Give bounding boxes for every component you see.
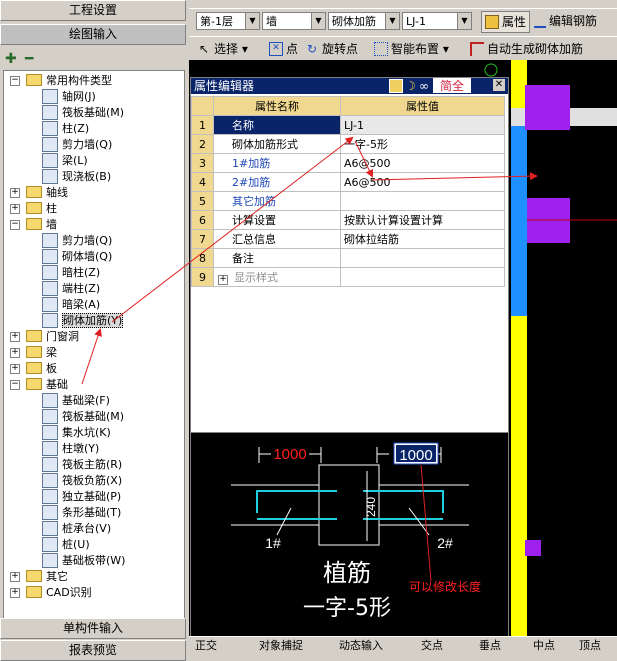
object-snap-toggle[interactable]: 对象捕捉 (259, 637, 303, 651)
intersection-snap[interactable]: 交点 (421, 637, 443, 651)
ortho-toggle[interactable]: 正交 (195, 637, 217, 651)
perpendicular-snap[interactable]: 垂点 (479, 637, 501, 651)
arrow-to-rebar-row (354, 140, 373, 178)
status-bar: 正交 对象捕捉 动态输入 交点 垂点 中点 顶点 (189, 636, 617, 651)
dynamic-input-toggle[interactable]: 动态输入 (339, 637, 383, 651)
arrow-to-tree-item (81, 328, 102, 385)
annotation-overlay (81, 136, 538, 385)
arrow-to-name-row (111, 136, 354, 323)
arrow-to-canvas (371, 172, 538, 181)
vertex-snap[interactable]: 顶点 (579, 637, 601, 651)
midpoint-snap[interactable]: 中点 (533, 637, 555, 651)
